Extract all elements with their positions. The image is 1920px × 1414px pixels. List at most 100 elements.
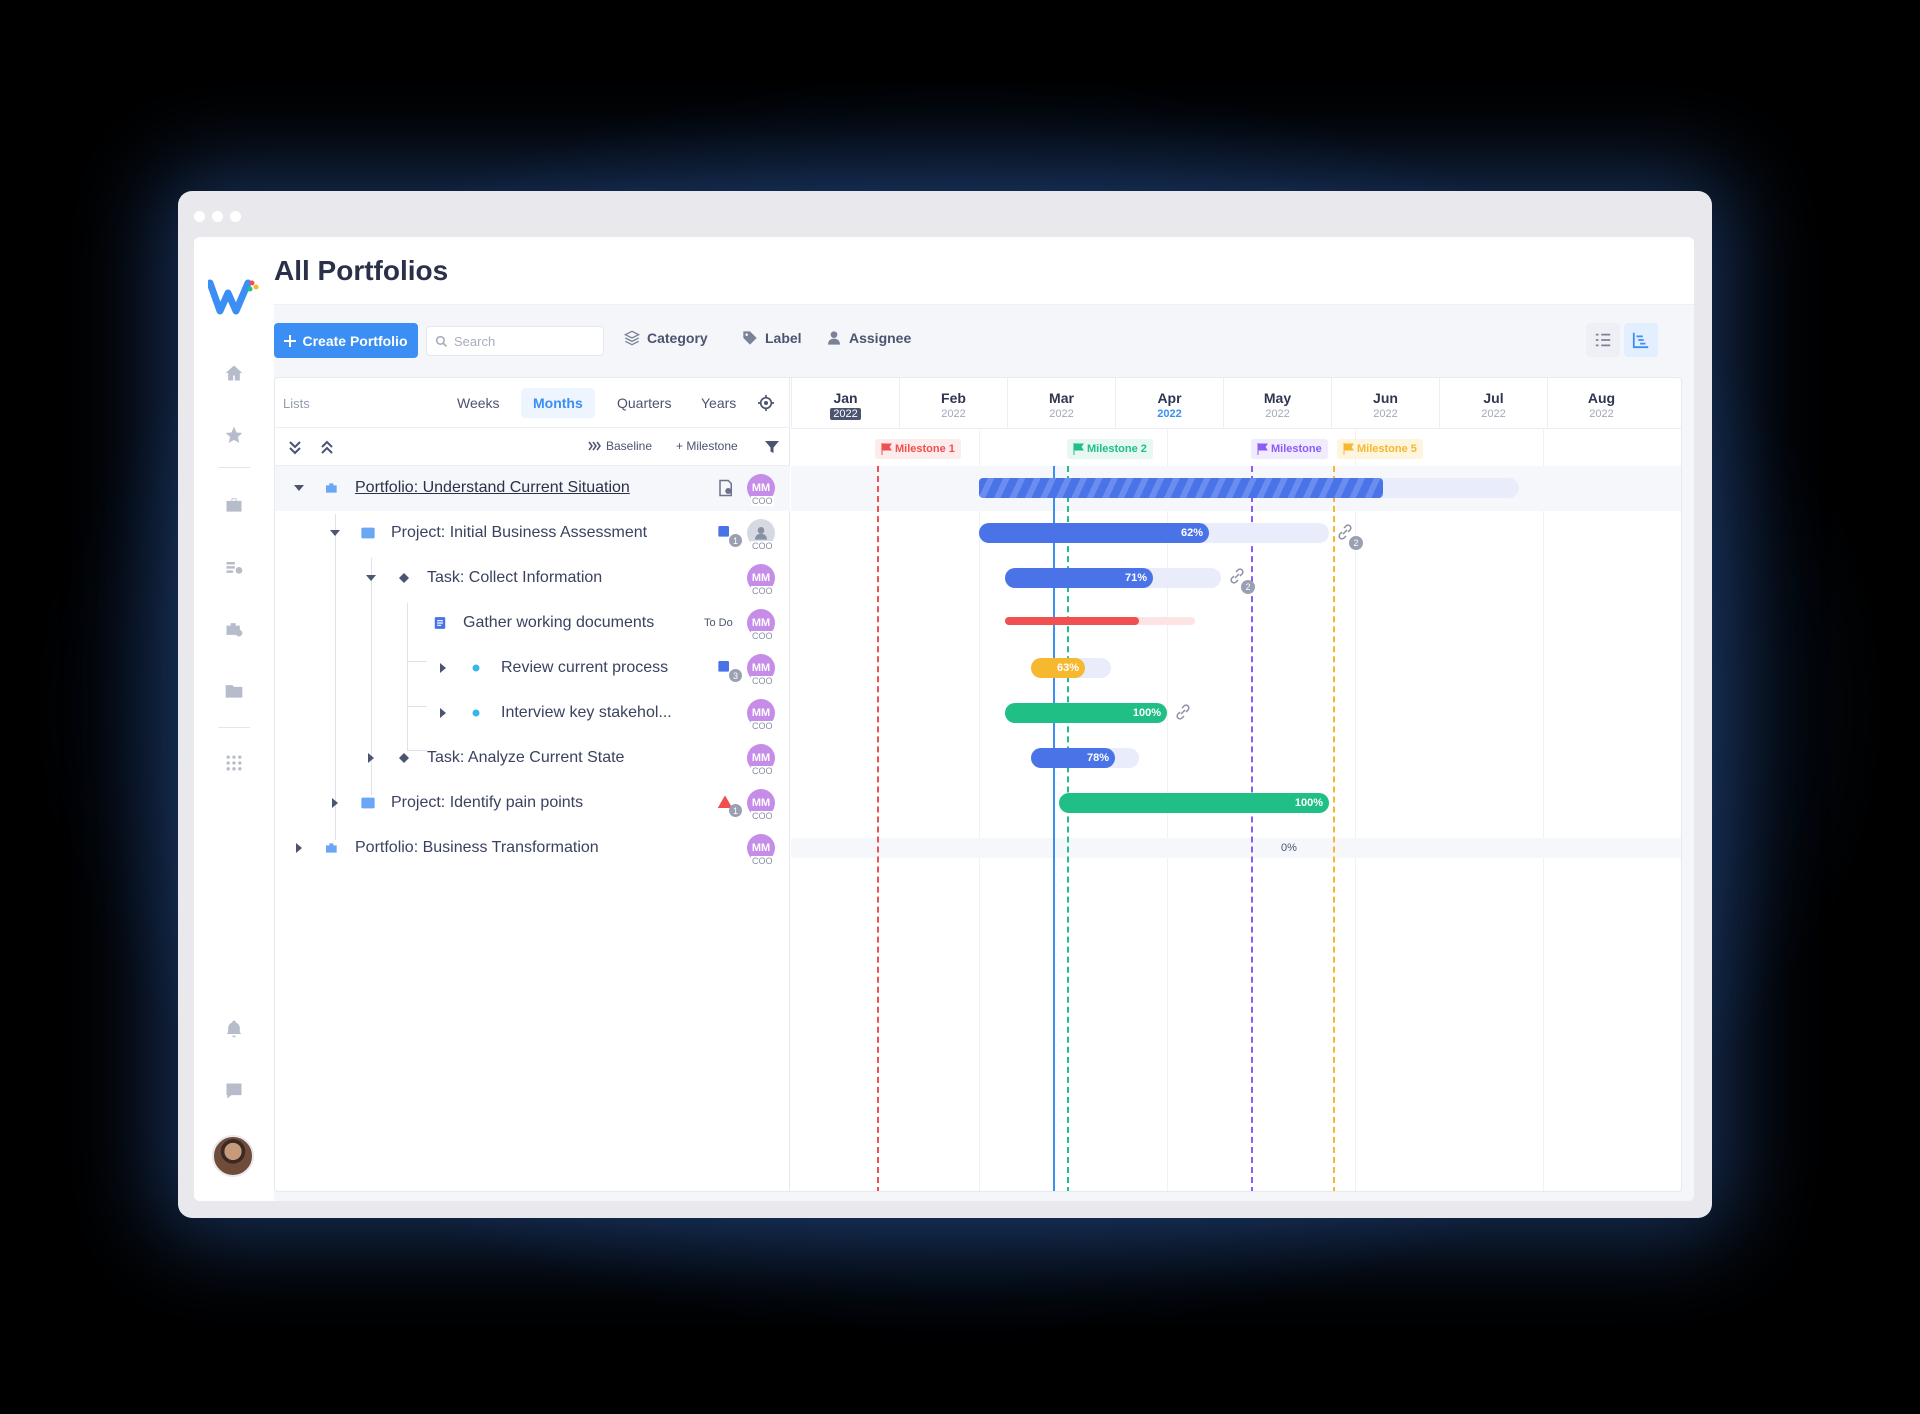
subtasks-count: 3	[729, 669, 742, 682]
target-icon[interactable]	[758, 395, 774, 411]
month-header: Aug 2022	[1547, 378, 1655, 428]
window-dot[interactable]	[212, 211, 223, 222]
search-input[interactable]: Search	[426, 326, 604, 356]
add-milestone-button[interactable]: + Milestone	[676, 439, 738, 453]
folder-icon[interactable]	[222, 679, 246, 703]
table-row[interactable]: Project: Identify pain points 1 MM COO	[275, 781, 790, 826]
table-row[interactable]: Task: Collect Information MM COO	[275, 556, 790, 601]
table-row[interactable]: Project: Initial Business Assessment 1 C…	[275, 511, 790, 556]
assignee-label: Assignee	[849, 330, 912, 346]
filter-icon[interactable]	[765, 440, 779, 454]
create-portfolio-label: Create Portfolio	[302, 332, 408, 349]
expand-caret-icon[interactable]	[327, 795, 343, 811]
collapse-all-icon[interactable]	[319, 439, 335, 455]
apps-grid-icon[interactable]	[222, 751, 246, 775]
tab-weeks[interactable]: Weeks	[445, 388, 512, 418]
window-dot[interactable]	[230, 211, 241, 222]
link-icon[interactable]	[1175, 704, 1191, 720]
baseline-button[interactable]: Baseline	[588, 439, 652, 453]
milestone-flag[interactable]: Milestone 1	[875, 439, 961, 459]
add-milestone-label: + Milestone	[676, 439, 738, 453]
assignee-role: COO	[751, 541, 774, 551]
table-row[interactable]: Review current process 3 MM COO	[275, 646, 790, 691]
milestone-flag[interactable]: Milestone 2	[1067, 439, 1153, 459]
collapse-caret-icon[interactable]	[363, 570, 379, 586]
expand-caret-icon[interactable]	[291, 840, 307, 856]
portfolio-settings-icon[interactable]	[222, 555, 246, 579]
document-icon	[431, 614, 449, 632]
bell-icon[interactable]	[222, 1017, 246, 1041]
projects-icon[interactable]	[222, 617, 246, 641]
assignee-filter[interactable]: Assignee	[826, 330, 911, 346]
gantt-bar-task[interactable]: 71%	[1005, 568, 1153, 588]
user-avatar[interactable]	[212, 1135, 254, 1177]
table-row[interactable]: Portfolio: Understand Current Situation …	[275, 466, 790, 511]
gantt-bar-project[interactable]: 62%	[979, 523, 1209, 543]
expand-caret-icon[interactable]	[435, 705, 451, 721]
document-settings-icon[interactable]	[717, 479, 735, 497]
home-icon[interactable]	[222, 361, 246, 385]
month-header: Apr 2022	[1115, 378, 1223, 428]
gantt-bar-portfolio[interactable]	[979, 478, 1383, 498]
app: All Portfolios Create Portfolio Search C…	[194, 237, 1694, 1201]
gantt-view-button[interactable]	[1624, 323, 1658, 357]
toolbar: Create Portfolio Search Category Label A…	[274, 323, 1694, 359]
assignee-role: COO	[751, 811, 774, 821]
task-diamond-icon	[395, 569, 413, 587]
assignee-role: COO	[751, 586, 774, 596]
tag-icon	[743, 331, 757, 345]
label-filter[interactable]: Label	[742, 330, 802, 346]
milestone-label: Milestone 2	[1087, 443, 1147, 455]
briefcase-icon[interactable]	[222, 493, 246, 517]
expand-caret-icon[interactable]	[435, 660, 451, 676]
label-label: Label	[765, 330, 802, 346]
category-filter[interactable]: Category	[624, 330, 708, 346]
help-chat-icon[interactable]	[222, 1079, 246, 1103]
collapse-caret-icon[interactable]	[327, 525, 343, 541]
app-logo[interactable]	[206, 277, 264, 322]
row-name[interactable]: Portfolio: Understand Current Situation	[355, 479, 630, 497]
collapse-caret-icon[interactable]	[291, 480, 307, 496]
status-badge[interactable]: To Do	[704, 617, 733, 629]
table-row[interactable]: Interview key stakehol... MM COO	[275, 691, 790, 736]
star-icon[interactable]	[222, 423, 246, 447]
tab-months[interactable]: Months	[521, 388, 595, 418]
table-row[interactable]: Gather working documents To Do MM COO	[275, 601, 790, 646]
list-header: Lists Weeks Months Quarters Years	[275, 378, 790, 428]
milestone-label: Milestone	[1271, 443, 1322, 455]
expand-caret-icon[interactable]	[363, 750, 379, 766]
assignee-role: COO	[751, 631, 774, 641]
row-name[interactable]: Project: Initial Business Assessment	[391, 524, 647, 542]
dependency-count: 2	[1349, 536, 1363, 550]
gantt-bar-subtask[interactable]: 100%	[1005, 703, 1167, 723]
bullet-dot-icon	[467, 659, 485, 677]
portfolio-icon	[323, 479, 341, 497]
table-row[interactable]: Task: Analyze Current State MM COO	[275, 736, 790, 781]
create-portfolio-button[interactable]: Create Portfolio	[274, 323, 418, 358]
portfolio-icon	[323, 839, 341, 857]
row-name[interactable]: Gather working documents	[463, 614, 654, 632]
row-name[interactable]: Portfolio: Business Transformation	[355, 839, 599, 857]
table-row[interactable]: Portfolio: Business Transformation MM CO…	[275, 826, 790, 871]
project-icon	[359, 524, 377, 542]
tab-years[interactable]: Years	[689, 388, 748, 418]
tab-quarters[interactable]: Quarters	[605, 388, 683, 418]
milestone-flag[interactable]: Milestone 5	[1337, 439, 1423, 459]
gantt-bar-subtask[interactable]: 63%	[1031, 658, 1085, 678]
row-name[interactable]: Interview key stakehol...	[501, 704, 672, 722]
row-name[interactable]: Review current process	[501, 659, 668, 677]
list-subheader: Baseline + Milestone	[275, 428, 790, 466]
row-name[interactable]: Task: Collect Information	[427, 569, 602, 587]
gantt-bar-subtask[interactable]	[1005, 617, 1139, 625]
flag-icon	[1343, 443, 1354, 455]
gantt-bar-task[interactable]: 78%	[1031, 748, 1115, 768]
person-icon	[828, 331, 840, 345]
milestone-flag[interactable]: Milestone	[1251, 439, 1328, 459]
row-name[interactable]: Task: Analyze Current State	[427, 749, 624, 767]
browser-window: All Portfolios Create Portfolio Search C…	[178, 191, 1712, 1218]
list-view-button[interactable]	[1586, 323, 1620, 357]
gantt-bar-project[interactable]: 100%	[1059, 793, 1329, 813]
row-name[interactable]: Project: Identify pain points	[391, 794, 583, 812]
window-dot[interactable]	[194, 211, 205, 222]
expand-all-icon[interactable]	[287, 439, 303, 455]
